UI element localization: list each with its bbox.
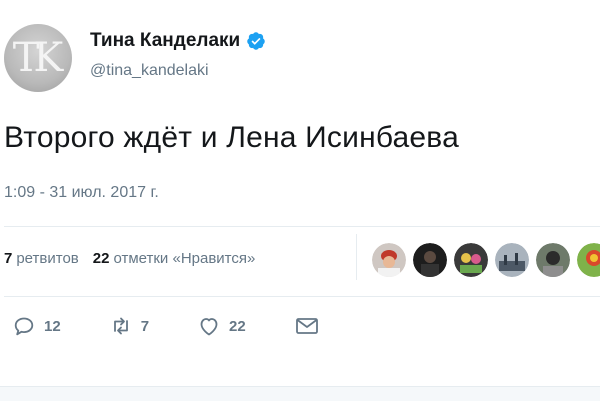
retweet-button[interactable]: 7 [109,314,149,338]
tweet-timestamp[interactable]: 1:09 - 31 июл. 2017 г. [4,184,159,202]
direct-message-button[interactable] [294,314,320,338]
likes-count: 22 [92,250,110,267]
retweets-count: 7 [4,250,13,267]
reply-count: 12 [44,317,61,335]
liker-avatar[interactable] [454,243,488,277]
liker-avatar[interactable] [536,243,570,277]
divider-bottom [4,296,600,297]
like-count: 22 [229,317,246,335]
heart-icon [200,318,218,336]
tweet-actions: 12 7 22 [12,314,368,338]
author-name[interactable]: Тина Канделаки [90,30,240,52]
author-handle[interactable]: @tina_kandelaki [90,62,209,80]
divider-top [4,226,600,227]
bottom-strip [0,386,600,401]
retweets-label: ретвитов [16,250,79,267]
likes-stat[interactable]: 22 отметки «Нравится» [93,250,256,267]
like-button[interactable]: 22 [197,314,246,338]
liker-avatar[interactable] [372,243,406,277]
verified-badge-icon [247,32,265,50]
author-name-row: Тина Канделаки [90,30,266,52]
envelope-icon [295,318,318,334]
tweet-text: Второго ждёт и Лена Исинбаева [4,121,459,154]
retweet-count: 7 [140,317,150,335]
engagement-stats: 7 ретвитов 22 отметки «Нравится» [4,250,269,267]
retweets-stat[interactable]: 7 ретвитов [4,250,79,267]
avatar-monogram: TK [12,35,64,81]
retweet-icon [113,317,128,335]
avatar[interactable]: TK [4,24,72,92]
reply-icon [14,317,34,336]
liker-avatar[interactable] [413,243,447,277]
stats-separator [356,234,357,280]
liker-avatar[interactable] [577,243,600,277]
liker-avatar[interactable] [495,243,529,277]
likes-label: отметки «Нравится» [113,250,256,267]
liker-avatars [372,243,600,277]
reply-button[interactable]: 12 [12,314,61,338]
